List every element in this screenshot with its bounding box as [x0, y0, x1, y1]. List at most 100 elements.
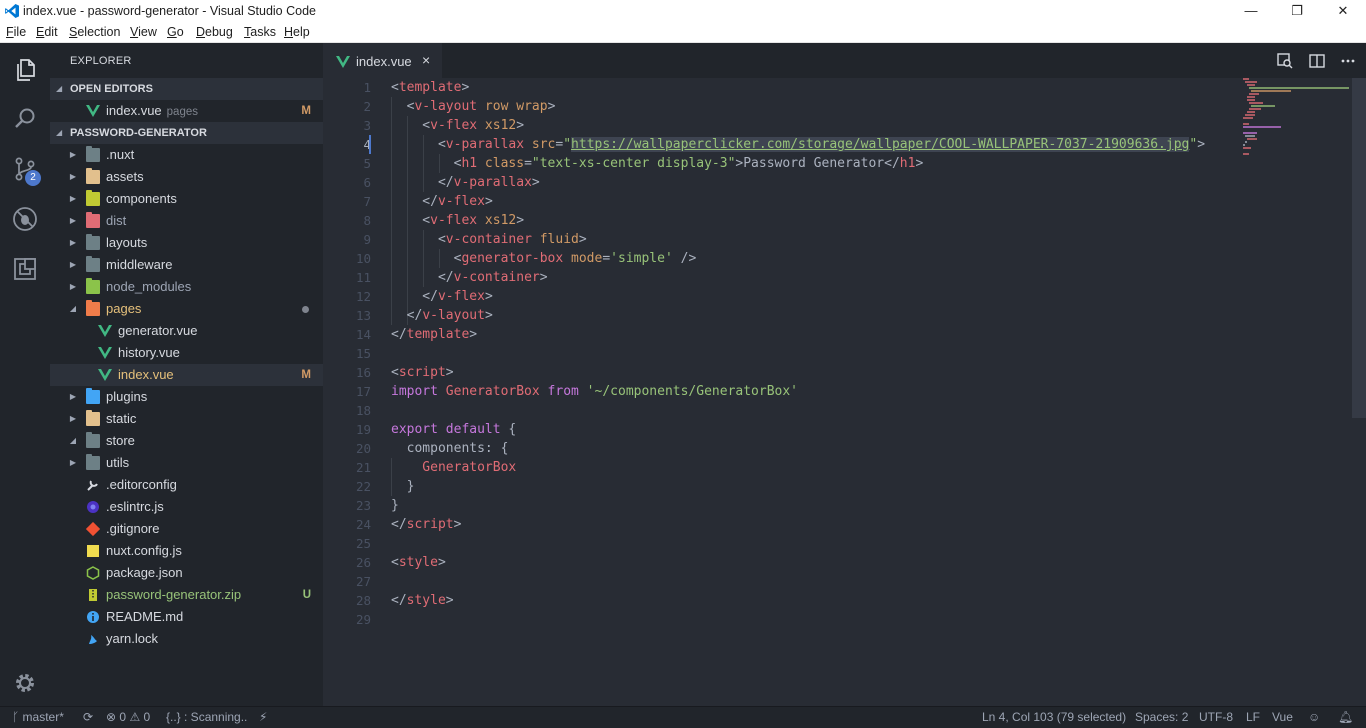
open-editor-item[interactable]: index.vue pages M: [50, 100, 323, 122]
folder-icon: [86, 146, 100, 162]
tree-item-history-vue[interactable]: history.vue: [50, 342, 323, 364]
code-token: <: [391, 137, 446, 152]
eol-setting[interactable]: LF: [1246, 707, 1260, 728]
tree-item-layouts[interactable]: ▶ layouts: [50, 232, 323, 254]
search-activity[interactable]: [0, 94, 50, 142]
tree-item-plugins[interactable]: ▶ plugins: [50, 386, 323, 408]
open-editor-name: index.vue: [106, 103, 162, 118]
menu-go[interactable]: Go: [167, 25, 184, 39]
menu-selection[interactable]: Selection: [69, 25, 120, 39]
manage-activity[interactable]: [0, 658, 50, 706]
code-token: <: [391, 118, 431, 133]
line-number: 6: [363, 175, 371, 190]
tree-item-editorconfig[interactable]: .editorconfig: [50, 474, 323, 496]
cursor-position[interactable]: Ln 4, Col 103 (79 selected): [982, 707, 1126, 728]
tree-item-dist[interactable]: ▶ dist: [50, 210, 323, 232]
maximize-button[interactable]: ❐: [1274, 0, 1320, 23]
line-number: 7: [363, 194, 371, 209]
tree-item-yarn-lock[interactable]: yarn.lock: [50, 628, 323, 650]
code-token: v-flex: [430, 213, 478, 228]
tree-item-nuxt[interactable]: ▶ .nuxt: [50, 144, 323, 166]
tree-item-static[interactable]: ▶ static: [50, 408, 323, 430]
more-actions-icon[interactable]: [1339, 52, 1357, 70]
chevron-right-icon: ▶: [69, 392, 77, 401]
code-token: <: [391, 232, 446, 247]
tree-item-middleware[interactable]: ▶ middleware: [50, 254, 323, 276]
code-token: =: [524, 156, 532, 171]
split-editor-icon[interactable]: [1308, 52, 1326, 70]
source-control-activity[interactable]: 2: [0, 144, 50, 192]
menu-tasks[interactable]: Tasks: [244, 25, 276, 39]
notifications-bell-icon[interactable]: 🔔︎: [1338, 707, 1353, 728]
vertical-scrollbar[interactable]: [1352, 78, 1366, 418]
chevron-down-icon: ◢: [56, 128, 63, 137]
tab-index-vue[interactable]: index.vue ×: [323, 43, 442, 78]
settings-gear-icon: [16, 674, 34, 692]
open-editors-header[interactable]: ◢ OPEN EDITORS: [50, 78, 323, 100]
yarn-icon: [89, 635, 97, 644]
tree-item-label: password-generator.zip: [106, 587, 242, 602]
lightning-icon[interactable]: ⚡: [259, 707, 267, 728]
tree-item-eslintrc[interactable]: .eslintrc.js: [50, 496, 323, 518]
feedback-smiley-icon[interactable]: ☺: [1308, 707, 1320, 728]
code-token: https://wallpaperclicker.com/storage/wal…: [571, 137, 1190, 152]
open-editors-label: OPEN EDITORS: [70, 83, 153, 95]
code-token: >: [484, 194, 493, 209]
open-changes-icon[interactable]: [1276, 52, 1294, 70]
menu-view[interactable]: View: [130, 25, 157, 39]
tree-item-label: layouts: [106, 235, 148, 250]
chevron-right-icon: ▶: [69, 172, 77, 181]
tree-item-generator-vue[interactable]: generator.vue: [50, 320, 323, 342]
menu-help[interactable]: Help: [284, 25, 310, 39]
tree-item-label: package.json: [106, 565, 183, 580]
tree-item-assets[interactable]: ▶ assets: [50, 166, 323, 188]
open-editor-folder: pages: [166, 106, 198, 118]
task-status[interactable]: {..} : Scanning..: [166, 707, 247, 728]
minimap[interactable]: [1243, 78, 1353, 158]
sync-icon[interactable]: ⟳: [83, 707, 93, 728]
code-token: ": [563, 137, 572, 152]
problems-indicator[interactable]: ⊗ 0 ⚠ 0: [106, 707, 150, 728]
code-token: v-parallax: [445, 137, 525, 152]
encoding-setting[interactable]: UTF-8: [1199, 707, 1233, 728]
extensions-activity[interactable]: [0, 244, 50, 292]
close-window-button[interactable]: ✕: [1320, 0, 1366, 23]
tree-item-gitignore[interactable]: .gitignore: [50, 518, 323, 540]
code-token: >: [453, 517, 462, 532]
tree-item-zip[interactable]: password-generator.zip U: [50, 584, 323, 606]
indentation-setting[interactable]: Spaces: 2: [1135, 707, 1188, 728]
tree-item-index-vue[interactable]: index.vue M: [50, 364, 323, 386]
language-mode[interactable]: Vue: [1272, 707, 1293, 728]
explorer-activity[interactable]: [0, 45, 50, 93]
tree-item-readme[interactable]: README.md: [50, 606, 323, 628]
tree-item-node-modules[interactable]: ▶ node_modules: [50, 276, 323, 298]
tree-item-package-json[interactable]: package.json: [50, 562, 323, 584]
code-line: <v-parallax src="https://wallpaperclicke…: [391, 135, 1205, 154]
menu-edit[interactable]: Edit: [36, 25, 58, 39]
tree-item-label: pages: [106, 301, 142, 316]
chevron-down-icon: ◢: [69, 304, 77, 313]
minimize-button[interactable]: —: [1228, 0, 1274, 23]
tree-item-store[interactable]: ◢ store: [50, 430, 323, 452]
chevron-right-icon: ▶: [69, 282, 77, 291]
tree-item-nuxt-config[interactable]: nuxt.config.js: [50, 540, 323, 562]
tree-item-pages[interactable]: ◢ pages: [50, 298, 323, 320]
menu-file[interactable]: File: [6, 25, 26, 39]
line-number: 19: [355, 422, 371, 437]
tree-item-utils[interactable]: ▶ utils: [50, 452, 323, 474]
tree-item-label: README.md: [106, 609, 184, 624]
close-tab-button[interactable]: ×: [422, 52, 430, 68]
code-token: template: [406, 327, 470, 342]
chevron-right-icon: ▶: [69, 216, 77, 225]
tree-item-components[interactable]: ▶ components: [50, 188, 323, 210]
menu-debug[interactable]: Debug: [196, 25, 233, 39]
branch-indicator[interactable]: ᚴ master*: [12, 707, 64, 728]
code-editor[interactable]: 1 2 3 4 5 6 7 8 9 10 11 12 13 14 15 16 17 18 19 20 21 22 23 24 2…: [323, 78, 1366, 706]
project-header[interactable]: ◢ PASSWORD-GENERATOR: [50, 122, 323, 144]
debug-activity[interactable]: [0, 194, 50, 242]
untracked-badge: U: [302, 589, 311, 601]
line-number: 15: [355, 346, 371, 361]
chevron-right-icon: ▶: [69, 414, 77, 423]
line-number: 17: [355, 384, 371, 399]
tree-item-label: generator.vue: [118, 323, 198, 338]
